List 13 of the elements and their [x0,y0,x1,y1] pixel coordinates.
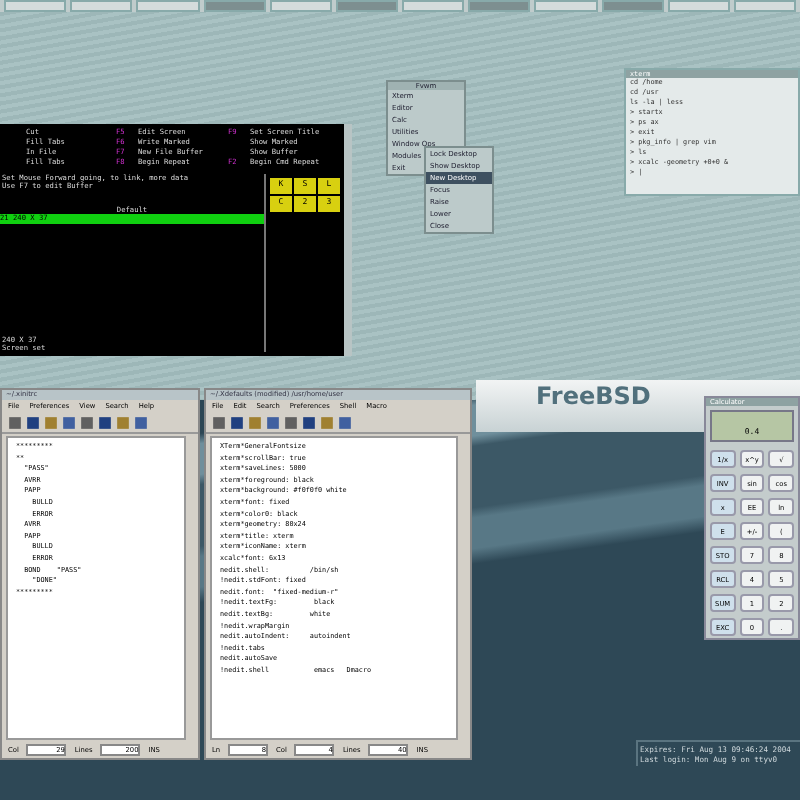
taskbar-button[interactable] [601,0,664,12]
taskbar-button[interactable] [733,0,797,12]
taskbar-button[interactable] [534,0,598,12]
taskbar-button[interactable] [335,0,399,12]
taskbar-button[interactable] [136,0,200,12]
taskbar-button[interactable] [402,0,465,12]
taskbar-button[interactable] [667,0,730,12]
taskbar-button[interactable] [269,0,332,12]
freebsd-logo: FreeBSD [536,382,651,410]
taskbar-button[interactable] [70,0,133,12]
taskbar-button[interactable] [203,0,266,12]
taskbar-button[interactable] [4,0,67,12]
taskbar-button[interactable] [468,0,531,12]
